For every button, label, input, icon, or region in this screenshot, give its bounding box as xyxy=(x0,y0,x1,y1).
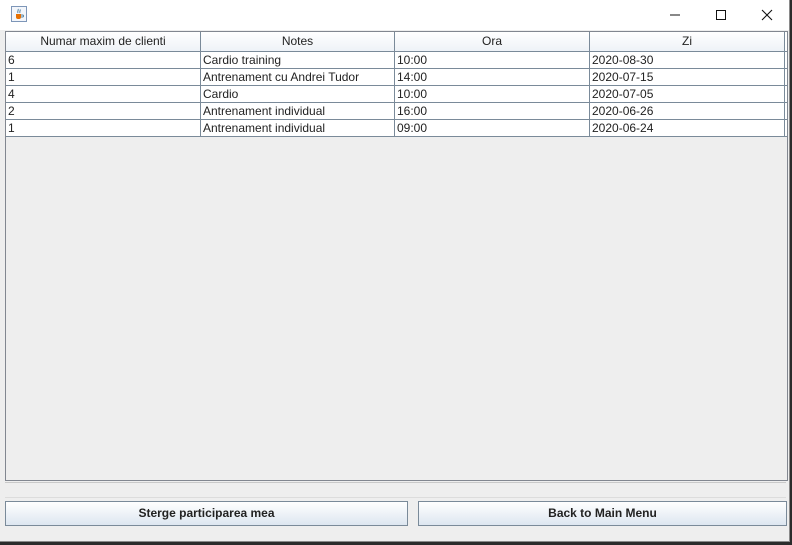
column-header-day[interactable]: Zi xyxy=(590,32,785,51)
minimize-icon xyxy=(670,14,680,16)
cell-hour[interactable]: 10:00 xyxy=(395,52,590,68)
close-button[interactable] xyxy=(744,0,790,30)
back-to-main-menu-button[interactable]: Back to Main Menu xyxy=(418,501,787,526)
application-window: Numar maxim de clienti Notes Ora Zi 6 Ca… xyxy=(0,0,790,542)
cell-max-clients[interactable]: 2 xyxy=(6,103,201,119)
classes-table[interactable]: Numar maxim de clienti Notes Ora Zi 6 Ca… xyxy=(5,31,788,481)
cell-notes[interactable]: Cardio training xyxy=(201,52,395,68)
cell-max-clients[interactable]: 6 xyxy=(6,52,201,68)
column-header-hour[interactable]: Ora xyxy=(395,32,590,51)
minimize-button[interactable] xyxy=(652,0,698,30)
divider xyxy=(5,497,786,498)
column-header-notes[interactable]: Notes xyxy=(201,32,395,51)
table-row[interactable]: 1 Antrenament individual 09:00 2020-06-2… xyxy=(6,120,787,137)
close-icon xyxy=(761,9,773,21)
cell-notes[interactable]: Antrenament individual xyxy=(201,103,395,119)
cell-hour[interactable]: 16:00 xyxy=(395,103,590,119)
cell-day[interactable]: 2020-06-26 xyxy=(590,103,785,119)
table-row[interactable]: 4 Cardio 10:00 2020-07-05 xyxy=(6,86,787,103)
cell-max-clients[interactable]: 4 xyxy=(6,86,201,102)
table-row[interactable]: 2 Antrenament individual 16:00 2020-06-2… xyxy=(6,103,787,120)
table-body: 6 Cardio training 10:00 2020-08-30 1 Ant… xyxy=(6,52,787,137)
divider xyxy=(5,482,786,483)
column-header-max-clients[interactable]: Numar maxim de clienti xyxy=(6,32,201,51)
cell-day[interactable]: 2020-08-30 xyxy=(590,52,785,68)
cell-max-clients[interactable]: 1 xyxy=(6,120,201,136)
table-header: Numar maxim de clienti Notes Ora Zi xyxy=(6,32,787,52)
cell-max-clients[interactable]: 1 xyxy=(6,69,201,85)
cell-hour[interactable]: 10:00 xyxy=(395,86,590,102)
delete-participation-button[interactable]: Sterge participarea mea xyxy=(5,501,408,526)
cell-notes[interactable]: Antrenament individual xyxy=(201,120,395,136)
cell-day[interactable]: 2020-06-24 xyxy=(590,120,785,136)
table-row[interactable]: 1 Antrenament cu Andrei Tudor 14:00 2020… xyxy=(6,69,787,86)
maximize-button[interactable] xyxy=(698,0,744,30)
java-cup-icon[interactable] xyxy=(11,6,27,22)
maximize-icon xyxy=(716,10,726,20)
cell-hour[interactable]: 14:00 xyxy=(395,69,590,85)
cell-day[interactable]: 2020-07-05 xyxy=(590,86,785,102)
cell-hour[interactable]: 09:00 xyxy=(395,120,590,136)
window-left-border xyxy=(0,30,3,541)
cell-notes[interactable]: Antrenament cu Andrei Tudor xyxy=(201,69,395,85)
cell-notes[interactable]: Cardio xyxy=(201,86,395,102)
cell-day[interactable]: 2020-07-15 xyxy=(590,69,785,85)
title-bar[interactable] xyxy=(0,0,789,30)
table-row[interactable]: 6 Cardio training 10:00 2020-08-30 xyxy=(6,52,787,69)
